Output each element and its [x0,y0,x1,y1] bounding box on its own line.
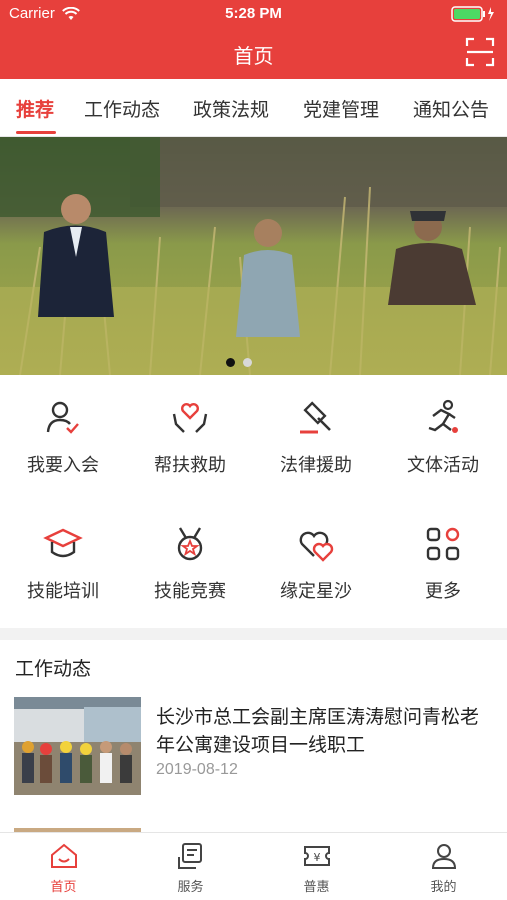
scan-icon[interactable] [465,37,495,67]
grid-item-skill-contest[interactable]: 技能竞赛 [127,524,253,603]
runner-icon [428,399,458,433]
tab-notices[interactable]: 通知公告 [413,95,489,122]
grid-item-matchmaking[interactable]: 缘定星沙 [253,524,379,603]
tab-policy[interactable]: 政策法规 [193,95,269,122]
grid-item-culture-sports[interactable]: 文体活动 [380,398,506,477]
tab-work-news[interactable]: 工作动态 [84,95,160,122]
tabbar-profile[interactable]: 我的 [380,841,507,895]
clock: 5:28 PM [225,5,282,22]
grid-item-legal-aid[interactable]: 法律援助 [253,398,379,477]
grid-item-label: 文体活动 [407,455,479,476]
graduation-cap-icon [43,528,83,558]
banner-image [0,137,507,375]
tab-recommend[interactable]: 推荐 [16,95,54,122]
banner-carousel[interactable] [0,137,507,375]
home-icon [50,843,77,868]
navigation-bar: 首页 [0,28,507,79]
tabbar-benefits[interactable]: ¥ 普惠 [253,841,380,895]
hands-heart-icon [172,403,208,433]
grid-item-label: 我要入会 [27,455,99,476]
bottom-tab-bar: 首页 服务 ¥ 普惠 我的 [0,832,507,900]
section-title-work-news: 工作动态 [15,658,92,680]
grid-item-label: 技能培训 [27,581,99,602]
double-heart-icon [299,531,334,562]
profile-icon [431,844,456,869]
tabbar-label: 普惠 [303,880,330,895]
grid-item-label: 缘定星沙 [280,581,352,602]
function-grid: 我要入会 帮扶救助 法律援助 文体活动 技能培训 技能竞赛 缘定星沙 更多 [0,376,507,628]
ticket-icon: ¥ [303,846,330,866]
grid-item-skill-training[interactable]: 技能培训 [0,524,126,603]
news-thumbnail [14,697,141,795]
page-dot-active[interactable] [226,358,235,367]
grid-item-label: 法律援助 [280,455,352,476]
category-tabs: 推荐 工作动态 政策法规 党建管理 通知公告 [0,79,507,137]
tabbar-label: 我的 [430,880,457,895]
news-title: 长沙市总工会副主席匡涛涛慰问青松老年公寓建设项目一线职工 [156,706,480,756]
section-divider [0,628,507,640]
service-icon [177,843,202,869]
tabbar-home[interactable]: 首页 [0,841,127,895]
grid-item-assistance[interactable]: 帮扶救助 [127,398,253,477]
grid-item-label: 技能竞赛 [154,581,226,602]
grid-item-join-union[interactable]: 我要入会 [0,398,126,477]
status-bar: Carrier 5:28 PM [0,0,507,28]
gavel-icon [300,401,331,434]
news-item[interactable]: 长沙市总工会副主席匡涛涛慰问青松老年公寓建设项目一线职工 2019-08-12 [0,697,507,797]
grid-item-more[interactable]: 更多 [380,524,506,603]
tabbar-label: 服务 [177,880,204,895]
active-tab-indicator [16,131,56,134]
tabbar-service[interactable]: 服务 [127,841,254,895]
person-check-icon [46,401,79,434]
grid-item-label: 更多 [425,581,461,602]
svg-text:¥: ¥ [313,851,320,864]
page-title: 首页 [233,44,274,68]
page-dot[interactable] [243,358,252,367]
news-date: 2019-08-12 [156,761,238,778]
carousel-pagination [226,352,260,371]
tabbar-label: 首页 [50,880,77,895]
medal-icon [177,527,203,561]
battery-icon [451,6,495,26]
more-grid-icon [426,527,460,561]
grid-item-label: 帮扶救助 [154,455,226,476]
tab-party-building[interactable]: 党建管理 [303,95,379,122]
